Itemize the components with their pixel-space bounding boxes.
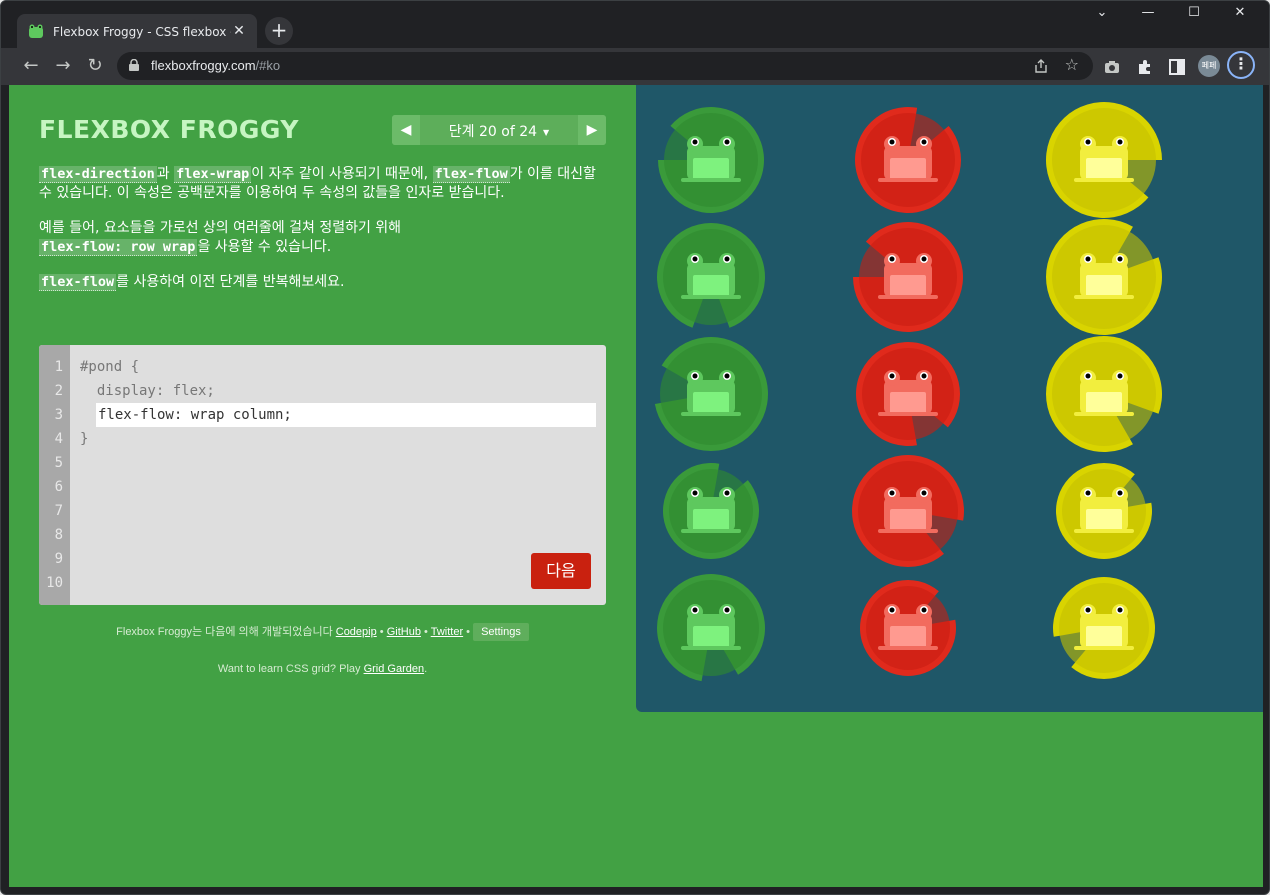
code-term[interactable]: flex-flow: row wrap (39, 239, 198, 256)
page-content: FLEXBOX FROGGY ◀ 단계 20 of 24 ▼ ▶ flex-dir… (9, 85, 1263, 887)
address-bar[interactable]: flexboxfroggy.com/#ko ☆ (117, 52, 1093, 80)
code-term[interactable]: flex-wrap (174, 166, 252, 183)
close-window-button[interactable]: ✕ (1225, 5, 1255, 20)
instruction-paragraph-3: flex-flow 를 사용하여 이전 단계를 반복해보세요. (39, 274, 345, 291)
maximize-button[interactable]: ☐ (1179, 5, 1209, 20)
level-instructions: flex-direction 과 flex-wrap 이 자주 같이 사용되기 때문… (39, 165, 607, 308)
caret-down-icon: ▼ (543, 127, 550, 137)
line-number: 6 (54, 479, 63, 495)
code-line-4: } (80, 431, 89, 447)
css-editor: 1 2 3 4 5 6 7 8 9 10 #pond { display: fl… (39, 345, 606, 605)
next-level-arrow-button[interactable]: ▶ (578, 115, 606, 145)
yellow-lilypad (1044, 451, 1164, 571)
browser-toolbar: ← → ↻ flexboxfroggy.com/#ko ☆ 페페 ⋮ (1, 48, 1269, 85)
browser-menu-icon[interactable]: ⋮ (1227, 51, 1255, 79)
share-icon[interactable] (1033, 58, 1049, 74)
red-lilypad (848, 100, 968, 220)
flexbox-froggy-logo: FLEXBOX FROGGY (39, 115, 299, 144)
tab-bar: Flexbox Froggy - CSS flexbox 속 ✕ + ⌄ — ☐… (1, 1, 1269, 48)
line-number: 1 (54, 359, 63, 375)
line-number: 4 (54, 431, 63, 447)
settings-button[interactable]: Settings (473, 623, 529, 641)
green-lilypad (651, 451, 771, 571)
yellow-lilypad (1044, 334, 1164, 454)
line-number: 9 (54, 551, 63, 567)
twitter-link[interactable]: Twitter (431, 626, 463, 638)
tab-close-icon[interactable]: ✕ (231, 23, 247, 39)
line-number: 8 (54, 527, 63, 543)
css-code-input[interactable] (96, 403, 596, 427)
yellow-lilypad (1044, 568, 1164, 688)
browser-window: Flexbox Froggy - CSS flexbox 속 ✕ + ⌄ — ☐… (0, 0, 1270, 895)
camera-icon[interactable] (1102, 57, 1122, 77)
back-arrow-icon[interactable]: ← (20, 56, 42, 78)
profile-avatar[interactable]: 페페 (1198, 55, 1220, 77)
red-lilypad (848, 334, 968, 454)
red-lilypad (848, 568, 968, 688)
line-number: 10 (46, 575, 63, 591)
extensions-puzzle-icon[interactable] (1135, 57, 1155, 77)
yellow-lilypad (1044, 100, 1164, 220)
github-link[interactable]: GitHub (387, 626, 421, 638)
minimize-button[interactable]: — (1133, 5, 1163, 20)
grid-garden-link[interactable]: Grid Garden (364, 663, 425, 675)
bookmark-star-icon[interactable]: ☆ (1065, 55, 1079, 74)
code-term[interactable]: flex-direction (39, 166, 157, 183)
new-tab-button[interactable]: + (265, 17, 293, 45)
next-button[interactable]: 다음 (531, 553, 591, 589)
code-term[interactable]: flex-flow (39, 274, 117, 291)
browser-tab[interactable]: Flexbox Froggy - CSS flexbox 속 ✕ (17, 14, 257, 48)
frog-favicon-icon (29, 24, 43, 38)
level-navigator: ◀ 단계 20 of 24 ▼ ▶ (392, 115, 606, 145)
line-number: 3 (54, 407, 63, 423)
prev-level-button[interactable]: ◀ (392, 115, 420, 145)
grid-garden-promo: Want to learn CSS grid? Play Grid Garden… (217, 663, 428, 675)
code-line-1: #pond { (80, 359, 140, 375)
tab-search-icon[interactable]: ⌄ (1087, 5, 1117, 20)
reload-icon[interactable]: ↻ (84, 56, 106, 78)
forward-arrow-icon[interactable]: → (52, 56, 74, 78)
green-lilypad (651, 217, 771, 337)
red-lilypad (848, 451, 968, 571)
code-line-2: display: flex; (80, 383, 215, 399)
yellow-lilypad (1044, 217, 1164, 337)
line-number-gutter: 1 2 3 4 5 6 7 8 9 10 (39, 345, 70, 605)
credits: Flexbox Froggy는 다음에 의해 개발되었습니다 Codepip •… (9, 623, 636, 641)
pond (636, 85, 1263, 712)
side-panel-icon[interactable] (1167, 57, 1187, 77)
green-lilypad (651, 100, 771, 220)
level-indicator[interactable]: 단계 20 of 24 ▼ (420, 121, 578, 141)
code-term[interactable]: flex-flow (432, 166, 510, 183)
red-lilypad (848, 217, 968, 337)
line-number: 5 (54, 455, 63, 471)
tab-title: Flexbox Froggy - CSS flexbox 속 (53, 24, 231, 39)
green-lilypad (651, 568, 771, 688)
green-lilypad (651, 334, 771, 454)
instruction-paragraph-1: flex-direction 과 flex-wrap 이 자주 같이 사용되기 때문… (39, 166, 596, 201)
instruction-paragraph-2: 예를 들어, 요소들을 가로선 상의 여러줄에 걸쳐 정렬하기 위해 flex-… (39, 220, 402, 256)
line-number: 7 (54, 503, 63, 519)
game-sidebar: FLEXBOX FROGGY ◀ 단계 20 of 24 ▼ ▶ flex-dir… (9, 85, 636, 887)
line-number: 2 (54, 383, 63, 399)
codepip-link[interactable]: Codepip (336, 626, 377, 638)
url-text: flexboxfroggy.com/#ko (151, 58, 281, 73)
lock-icon (129, 59, 139, 71)
